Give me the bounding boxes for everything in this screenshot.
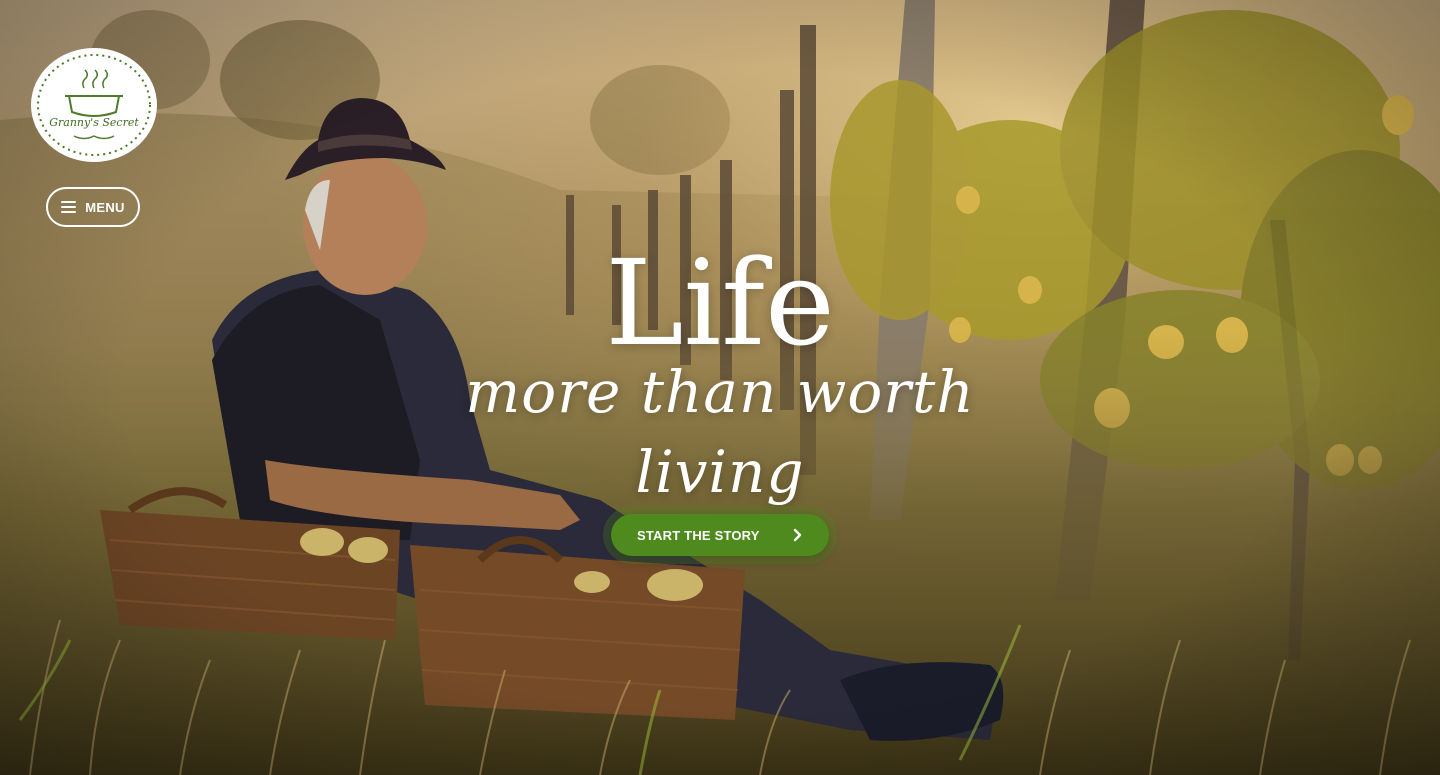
start-story-button[interactable]: START THE STORY (611, 514, 829, 556)
logo-badge-graphic (31, 48, 157, 162)
brand-name: Granny's Secret (49, 116, 139, 129)
menu-label: MENU (85, 199, 125, 215)
hero-section: Granny's Secret MENU Life more than wort… (0, 0, 1440, 775)
chevron-right-icon (793, 528, 802, 542)
hero-title: Life (605, 234, 835, 372)
start-story-label: START THE STORY (637, 527, 760, 543)
brand-logo[interactable]: Granny's Secret (29, 46, 159, 164)
menu-button[interactable]: MENU (46, 187, 140, 227)
hamburger-icon (61, 201, 77, 213)
hero-subtitle: more than worth living (465, 358, 975, 506)
